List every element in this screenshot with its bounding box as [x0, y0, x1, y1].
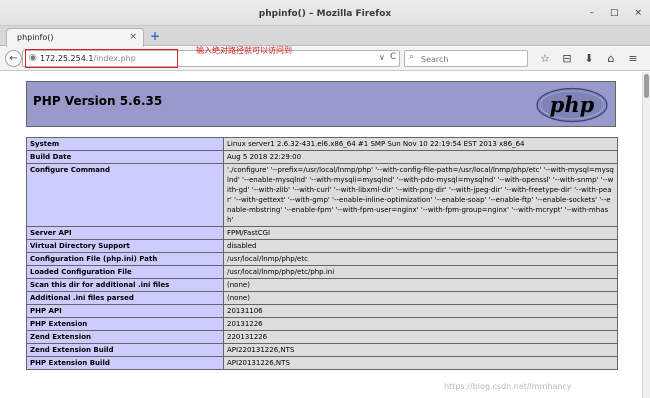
table-row: PHP API 20131106: [26, 304, 618, 318]
watermark: https://blog.csdn.net/lmmhancy: [444, 382, 572, 391]
row-key: PHP API: [26, 304, 224, 318]
url-path: /index.php: [93, 54, 136, 63]
table-row: Server API FPM/FastCGI: [26, 226, 618, 240]
row-value: API20131226,NTS: [223, 356, 618, 370]
table-row: PHP Extension 20131226: [26, 317, 618, 331]
scrollbar[interactable]: [642, 72, 650, 398]
back-button[interactable]: ←: [5, 50, 22, 67]
tab-label: phpinfo(): [17, 33, 54, 42]
reader-icon[interactable]: ⊟: [556, 49, 578, 68]
row-value: FPM/FastCGI: [223, 226, 618, 240]
table-row: System Linux server1 2.6.32-431.el6.x86_6…: [26, 137, 618, 151]
table-row: Loaded Configuration File/usr/local/lnmp…: [26, 265, 618, 279]
chevron-down-icon[interactable]: ∨: [379, 53, 385, 62]
row-key: Zend Extension: [26, 330, 224, 344]
toolbar-icons: ☆ ⊟ ⬇ ⌂ ≡: [534, 49, 644, 68]
row-key: Virtual Directory Support: [26, 239, 224, 253]
reload-icon[interactable]: C: [390, 52, 396, 62]
url-text[interactable]: 172.25.254.1/index.php: [40, 54, 136, 63]
php-header: PHP Version 5.6.35 php: [26, 81, 616, 127]
row-value: 20131106: [223, 304, 618, 318]
row-key: Loaded Configuration File: [26, 265, 224, 279]
row-key: Zend Extension Build: [26, 343, 224, 357]
window-titlebar: phpinfo() – Mozilla Firefox – □ ×: [0, 0, 650, 26]
table-row: PHP Extension Build API20131226,NTS: [26, 356, 618, 370]
row-value: /usr/local/lnmp/php/etc/php.ini: [223, 265, 618, 279]
home-icon[interactable]: ⌂: [600, 49, 622, 68]
navigation-bar: ← ◉ 172.25.254.1/index.php ∨ C ⌕ ☆ ⊟ ⬇ ⌂…: [0, 47, 650, 71]
row-key: PHP Extension Build: [26, 356, 224, 370]
table-row: Additional .ini files parsed (none): [26, 291, 618, 305]
window-controls: – □ ×: [589, 0, 642, 26]
tab-strip: phpinfo() × +: [0, 26, 650, 47]
row-value: (none): [223, 278, 618, 292]
globe-icon: ◉: [29, 53, 37, 63]
search-bar[interactable]: ⌕: [404, 50, 528, 67]
table-row: Scan this dir for additional .ini files(…: [26, 278, 618, 292]
tab-phpinfo[interactable]: phpinfo() ×: [6, 28, 144, 47]
table-row: Virtual Directory Support disabled: [26, 239, 618, 253]
row-value: disabled: [223, 239, 618, 253]
row-value: API220131226,NTS: [223, 343, 618, 357]
row-key: Scan this dir for additional .ini files: [26, 278, 224, 292]
annotation-note: 输入绝对路径就可以访问到: [196, 46, 292, 55]
table-row: Build Date Aug 5 2018 22:29:00: [26, 150, 618, 164]
row-key: Server API: [26, 226, 224, 240]
row-value: 220131226: [223, 330, 618, 344]
bookmark-star-icon[interactable]: ☆: [534, 49, 556, 68]
search-icon: ⌕: [409, 52, 415, 62]
row-key: System: [26, 137, 224, 151]
php-logo-text: php: [550, 92, 595, 117]
row-value: Linux server1 2.6.32-431.el6.x86_64 #1 S…: [223, 137, 618, 151]
new-tab-icon[interactable]: +: [150, 29, 160, 43]
url-host: 172.25.254.1: [40, 54, 94, 63]
window-title: phpinfo() – Mozilla Firefox: [258, 9, 392, 19]
table-row: Zend Extension Build API220131226,NTS: [26, 343, 618, 357]
row-value: './configure' '--prefix=/usr/local/lnmp/…: [223, 163, 618, 227]
row-key: Configuration File (php.ini) Path: [26, 252, 224, 266]
row-value: 20131226: [223, 317, 618, 331]
table-row: Configure Command './configure' '--prefix…: [26, 163, 618, 227]
tab-close-icon[interactable]: ×: [129, 32, 137, 42]
info-table: System Linux server1 2.6.32-431.el6.x86_6…: [26, 137, 618, 370]
table-row: Configuration File (php.ini) Path/usr/lo…: [26, 252, 618, 266]
row-value: (none): [223, 291, 618, 305]
menu-icon[interactable]: ≡: [622, 49, 644, 68]
page-title: PHP Version 5.6.35: [33, 94, 163, 108]
php-logo: php: [536, 87, 608, 123]
download-icon[interactable]: ⬇: [578, 49, 600, 68]
scrollbar-thumb[interactable]: [644, 74, 649, 98]
minimize-icon[interactable]: –: [589, 8, 594, 18]
search-input[interactable]: [421, 53, 521, 65]
close-icon[interactable]: ×: [634, 8, 642, 18]
row-value: Aug 5 2018 22:29:00: [223, 150, 618, 164]
page-content: PHP Version 5.6.35 php System Linux serve…: [0, 72, 642, 398]
row-key: Configure Command: [26, 163, 224, 227]
table-row: Zend Extension 220131226: [26, 330, 618, 344]
row-value: /usr/local/lnmp/php/etc: [223, 252, 618, 266]
row-key: Build Date: [26, 150, 224, 164]
maximize-icon[interactable]: □: [610, 8, 619, 18]
row-key: PHP Extension: [26, 317, 224, 331]
row-key: Additional .ini files parsed: [26, 291, 224, 305]
